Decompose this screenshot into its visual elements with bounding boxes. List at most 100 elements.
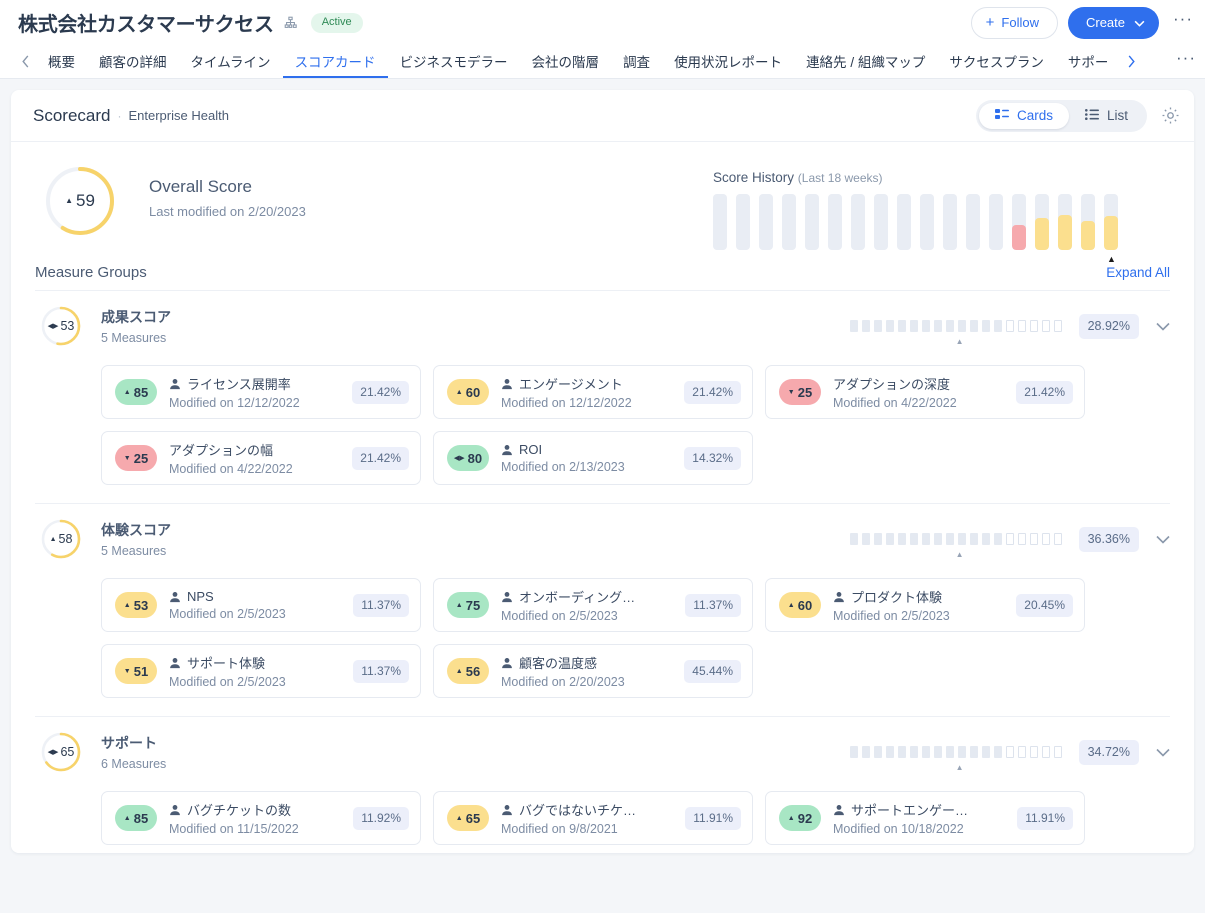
tab-business-modeler[interactable]: ビジネスモデラー [388,45,520,78]
tab-scorecard[interactable]: スコアカード [282,45,388,78]
measure-score-value: 60 [797,597,813,613]
measure-group-square [933,320,942,332]
score-history-bar[interactable] [966,194,980,250]
score-history-bar[interactable] [989,194,1003,250]
measure-card[interactable]: ▲ 56 顧客の温度感 Modified on 2/20/2023 45.44% [433,644,753,698]
person-icon [501,444,513,456]
measure-name: アダプションの深度 [833,377,951,392]
follow-button[interactable]: + Follow [970,6,1058,39]
score-history-bar[interactable] [1104,194,1118,250]
view-toggle-list[interactable]: List [1069,103,1144,129]
chevron-down-icon[interactable] [1156,535,1170,544]
tab-label: スコアカード [294,54,376,70]
tabs-overflow-button[interactable]: ··· [1173,45,1199,78]
score-history-bar[interactable] [943,194,957,250]
tab-usage-reports[interactable]: 使用状況レポート [662,45,794,78]
score-history-bar[interactable] [805,194,819,250]
measure-name-row: アダプションの深度 [833,374,957,393]
measure-score-value: 80 [467,450,483,466]
score-history-bar[interactable] [1081,194,1095,250]
scorecard-subtitle: Enterprise Health [128,108,229,123]
measure-modified: Modified on 9/8/2021 [501,822,618,836]
measure-group-count: 5 Measures [101,544,167,558]
triangle-up-icon: ▲ [787,601,795,609]
measure-group-row[interactable]: ▲ 58 体験スコア 5 Measures ▲ 36.36% [35,504,1170,566]
score-history-bar[interactable] [1012,194,1026,250]
measure-text: NPS Modified on 2/5/2023 [169,589,286,621]
measure-card[interactable]: ▼ 25 アダプションの幅 Modified on 4/22/2022 21.42% [101,431,421,485]
measure-card[interactable]: ▲ 75 オンボーディング… Modified on 2/5/2023 11.37% [433,578,753,632]
score-history-bar[interactable] [897,194,911,250]
person-icon [833,804,845,816]
score-history-bar[interactable] [874,194,888,250]
measure-card[interactable]: ▼ 51 サポート体験 Modified on 2/5/2023 11.37% [101,644,421,698]
tab-company-hierarchy[interactable]: 会社の階層 [520,45,612,78]
measure-score-value: 60 [465,384,481,400]
measure-name: プロダクト体験 [851,590,943,605]
expand-all-button[interactable]: Expand All [1106,265,1170,280]
measure-card[interactable]: ▲ 85 ライセンス展開率 Modified on 12/12/2022 21.42% [101,365,421,419]
create-button[interactable]: Create [1067,6,1160,39]
tab-timeline[interactable]: タイムライン [179,45,283,78]
score-history-bar[interactable] [759,194,773,250]
measure-group-squares: ▲ [849,320,1062,346]
score-history-bar[interactable] [782,194,796,250]
measure-card[interactable]: ▲ 60 エンゲージメント Modified on 12/12/2022 21.42% [433,365,753,419]
score-history-bar[interactable] [851,194,865,250]
chevron-down-icon[interactable] [1156,748,1170,757]
chevron-down-icon[interactable] [1156,322,1170,331]
measure-group-name: サポート [101,735,157,751]
tab-label: サポー [1067,54,1109,70]
tab-support[interactable]: サポー [1056,45,1121,78]
measure-modified: Modified on 12/12/2022 [169,396,300,410]
measure-card[interactable]: ▼ 25 アダプションの深度 Modified on 4/22/2022 21.42% [765,365,1085,419]
measure-group-square [873,746,882,758]
tab-contacts-org-map[interactable]: 連絡先 / 組織マップ [794,45,937,78]
measure-group-square [897,533,906,545]
measure-card[interactable]: ▲ 65 バグではないチケ… Modified on 9/8/2021 11.91% [433,791,753,845]
overall-score-modified: Last modified on 2/20/2023 [149,204,306,219]
measure-group-score: 65 [60,745,75,759]
measure-weight: 11.37% [685,593,741,617]
triangle-up-icon: ▲ [49,535,57,543]
measure-group-count: 5 Measures [101,331,167,345]
score-history-bar[interactable] [828,194,842,250]
tab-surveys[interactable]: 調査 [611,45,662,78]
measure-score-pill: ▲ 56 [447,658,489,684]
score-history-bar[interactable] [920,194,934,250]
score-history-bar[interactable] [736,194,750,250]
measure-name: ライセンス展開率 [187,377,291,392]
measure-card[interactable]: ▲ 85 バグチケットの数 Modified on 11/15/2022 11.92% [101,791,421,845]
measure-group-row[interactable]: ◀▶ 53 成果スコア 5 Measures ▲ 28.92% [35,291,1170,353]
measure-group-row[interactable]: ◀▶ 65 サポート 6 Measures ▲ 34.72% [35,717,1170,779]
app-header: 株式会社カスタマーサクセス Active + Follow Create ··· [0,0,1205,45]
measure-group-meta: ▲ 34.72% [849,739,1170,772]
measure-score-value: 65 [465,810,481,826]
measure-group-square [993,746,1002,758]
measure-group-square [873,533,882,545]
measure-card[interactable]: ▲ 92 サポートエンゲー… Modified on 10/18/2022 11.91% [765,791,1085,845]
measure-card[interactable]: ▲ 53 NPS Modified on 2/5/2023 11.37% [101,578,421,632]
measure-card[interactable]: ◀▶ 80 ROI Modified on 2/13/2023 14.32% [433,431,753,485]
view-toggle-cards[interactable]: Cards [978,102,1069,129]
measure-score-pill: ▲ 75 [447,592,489,618]
tabs-next-icon[interactable] [1120,45,1142,78]
score-history-bar[interactable] [1035,194,1049,250]
measure-modified: Modified on 2/5/2023 [833,609,950,623]
measure-weight: 20.45% [1016,593,1073,617]
score-history-bar[interactable] [1058,194,1072,250]
measure-name: 顧客の温度感 [519,656,598,671]
header-overflow-button[interactable]: ··· [1169,9,1197,37]
tab-overview[interactable]: 概要 [36,45,87,78]
org-hierarchy-icon[interactable] [284,16,297,29]
view-toggle-cards-label: Cards [1016,107,1053,123]
measure-name-row: エンゲージメント [501,374,632,393]
tab-success-plan[interactable]: サクセスプラン [937,45,1056,78]
scorecard-title: Scorecard [33,105,111,125]
measure-card[interactable]: ▲ 60 プロダクト体験 Modified on 2/5/2023 20.45% [765,578,1085,632]
tabs-prev-icon[interactable] [14,45,36,78]
score-history-bar[interactable] [713,194,727,250]
tab-customer-details[interactable]: 顧客の詳細 [87,45,179,78]
gear-icon[interactable] [1161,106,1180,125]
tab-label: 連絡先 / 組織マップ [806,54,926,70]
